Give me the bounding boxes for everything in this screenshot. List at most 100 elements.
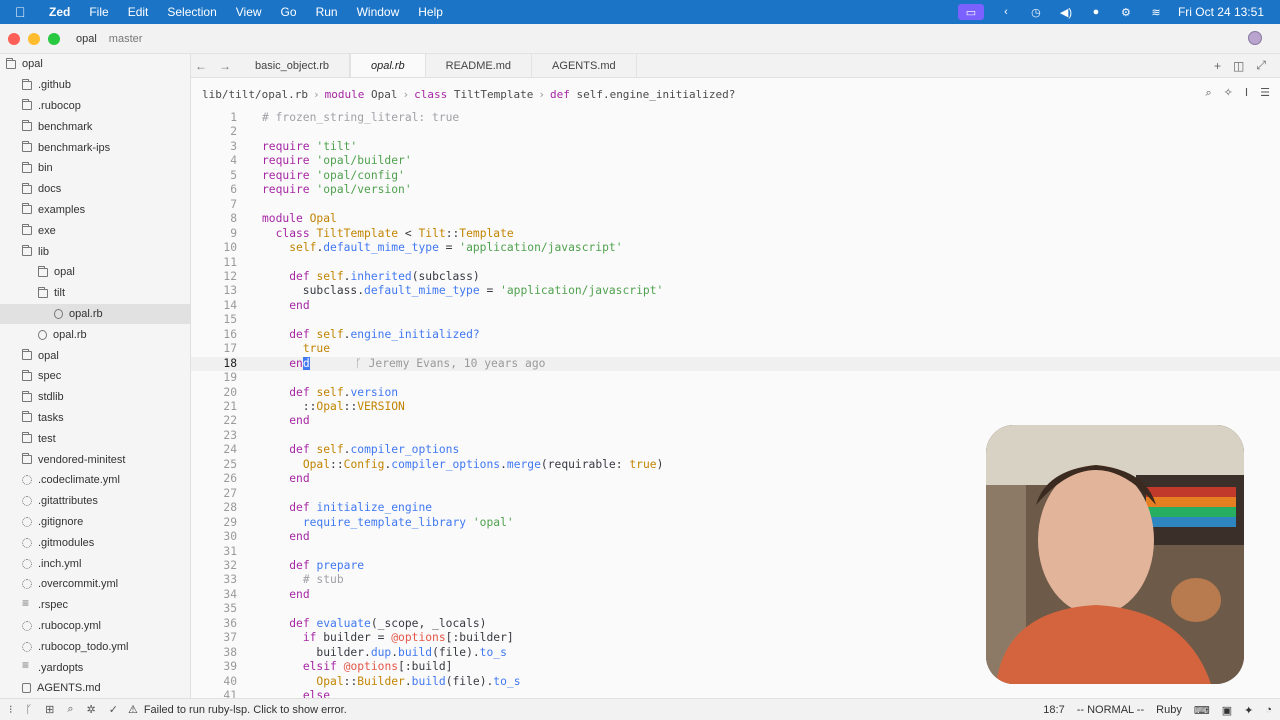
sidebar-item[interactable]: spec (0, 366, 190, 387)
code-line[interactable]: 16 def self.engine_initialized? (191, 328, 1280, 342)
text-cursor-icon[interactable]: I (1245, 86, 1248, 100)
sidebar-item[interactable]: stdlib (0, 387, 190, 408)
menu-app-name[interactable]: Zed (49, 5, 70, 19)
lsp-error-notice[interactable]: ⚠ Failed to run ruby-lsp. Click to show … (128, 703, 347, 717)
code-line[interactable]: 15 (191, 313, 1280, 327)
control-center-icon[interactable]: ⚙ (1118, 5, 1134, 19)
code-line[interactable]: 13 subclass.default_mime_type = 'applica… (191, 284, 1280, 298)
forward-arrow-icon[interactable]: → (219, 59, 231, 73)
code-line[interactable]: 6 require 'opal/version' (191, 183, 1280, 197)
sidebar-item[interactable]: vendored-minitest (0, 449, 190, 470)
breadcrumb[interactable]: lib/tilt/opal.rb › module Opal › class T… (191, 78, 1280, 110)
breadcrumb-class[interactable]: TiltTemplate (454, 88, 533, 101)
code-line[interactable]: 20 def self.version (191, 386, 1280, 400)
sidebar-item[interactable]: opal (0, 54, 190, 75)
menu-view[interactable]: View (236, 5, 262, 19)
sidebar-item[interactable]: .github (0, 75, 190, 96)
sidebar-item[interactable]: test (0, 428, 190, 449)
git-branch-icon[interactable]: ᚴ (26, 704, 33, 716)
menu-selection[interactable]: Selection (167, 5, 216, 19)
git-blame-annotation[interactable]: ᚴ Jeremy Evans, 10 years ago (355, 357, 545, 371)
sidebar-item[interactable]: .rubocop_todo.yml (0, 636, 190, 657)
code-line[interactable]: 8 module Opal (191, 212, 1280, 226)
zoom-window-button[interactable] (48, 32, 60, 45)
code-line[interactable]: 3 require 'tilt' (191, 140, 1280, 154)
sidebar-item[interactable]: .inch.yml (0, 553, 190, 574)
sidebar-item[interactable]: exe (0, 220, 190, 241)
sidebar-item[interactable]: .codeclimate.yml (0, 470, 190, 491)
code-line[interactable]: 10 self.default_mime_type = 'application… (191, 241, 1280, 255)
tab-agents-md[interactable]: AGENTS.md (532, 54, 637, 77)
sidebar-item[interactable]: .gitmodules (0, 532, 190, 553)
sidebar-item[interactable]: tasks (0, 408, 190, 429)
breadcrumb-method[interactable]: self.engine_initialized? (576, 88, 735, 101)
close-window-button[interactable] (8, 32, 20, 45)
sidebar-item[interactable]: benchmark (0, 116, 190, 137)
tab-basic-object-rb[interactable]: basic_object.rb (235, 54, 350, 77)
menu-run[interactable]: Run (316, 5, 338, 19)
menu-go[interactable]: Go (281, 5, 297, 19)
chevron-left-icon[interactable]: ‹ (998, 5, 1014, 19)
menu-bar-clock[interactable]: Fri Oct 24 13:51 (1178, 5, 1264, 19)
code-line[interactable]: 1 # frozen_string_literal: true (191, 111, 1280, 125)
maximize-icon[interactable]: ⤢ (1256, 58, 1266, 73)
sidebar-item[interactable]: benchmark-ips (0, 137, 190, 158)
sidebar-item[interactable]: examples (0, 200, 190, 221)
wifi-icon[interactable]: ≋ (1148, 5, 1164, 19)
cursor-position[interactable]: 18:7 (1043, 704, 1064, 716)
sidebar-item[interactable]: bin (0, 158, 190, 179)
check-icon[interactable]: ✓ (109, 703, 118, 716)
sidebar-item[interactable]: lib (0, 241, 190, 262)
search-icon[interactable]: ⌕ (67, 703, 73, 716)
code-line[interactable]: 12 def self.inherited(subclass) (191, 270, 1280, 284)
language-selector[interactable]: Ruby (1156, 704, 1182, 716)
code-line[interactable]: 41 else (191, 689, 1280, 698)
code-line[interactable]: 11 (191, 256, 1280, 270)
sidebar-item[interactable]: tilt (0, 283, 190, 304)
diagnostics-icon[interactable]: ✲ (87, 703, 96, 716)
code-line[interactable]: 19 (191, 371, 1280, 385)
sidebar-item[interactable]: .yardopts (0, 657, 190, 678)
sidebar-item[interactable]: opal.rb (0, 303, 190, 325)
lsp-error-message[interactable]: Failed to run ruby-lsp. Click to show er… (144, 704, 347, 716)
screen-share-icon[interactable]: ▭ (957, 4, 984, 20)
code-line[interactable]: 14 end (191, 299, 1280, 313)
sidebar-item[interactable]: .rubocop.yml (0, 616, 190, 637)
split-pane-icon[interactable]: ◫ (1233, 59, 1244, 73)
sidebar-item[interactable]: .rspec (0, 595, 190, 616)
plus-icon[interactable]: + (1214, 59, 1221, 73)
terminal-icon[interactable]: ▣ (1222, 704, 1232, 717)
git-branch[interactable]: master (109, 33, 143, 45)
keyboard-icon[interactable]: ⌨ (1194, 704, 1210, 717)
menu-edit[interactable]: Edit (128, 5, 149, 19)
menu-window[interactable]: Window (357, 5, 400, 19)
settings-sliders-icon[interactable]: ☰ (1260, 86, 1270, 100)
sidebar-item[interactable]: opal (0, 345, 190, 366)
sidebar-item[interactable]: opal (0, 262, 190, 283)
back-arrow-icon[interactable]: ← (195, 59, 207, 73)
panel-toggle-icon[interactable]: ⁝ (9, 703, 13, 716)
volume-icon[interactable]: ◀) (1058, 5, 1074, 19)
sidebar-item[interactable]: .gitignore (0, 512, 190, 533)
breadcrumb-module[interactable]: Opal (371, 88, 398, 101)
code-line[interactable]: 18 end ᚴ Jeremy Evans, 10 years ago (191, 356, 1280, 372)
tab-readme-md[interactable]: README.md (426, 54, 533, 77)
code-line[interactable]: 2 (191, 125, 1280, 139)
code-line[interactable]: 17 true (191, 342, 1280, 356)
menu-help[interactable]: Help (418, 5, 443, 19)
record-icon[interactable]: ● (1088, 5, 1104, 19)
notification-bell-icon[interactable]: ◔ (1265, 704, 1272, 716)
outline-icon[interactable]: ⊞ (45, 703, 54, 716)
minimize-window-button[interactable] (28, 32, 40, 45)
sidebar-item[interactable]: .rubocop (0, 96, 190, 117)
assistant-icon[interactable]: ✦ (1244, 704, 1253, 717)
sidebar-item[interactable]: opal.rb (0, 324, 190, 345)
inline-assist-icon[interactable]: ✧ (1224, 86, 1233, 100)
project-name[interactable]: opal (76, 33, 97, 45)
menu-file[interactable]: File (89, 5, 108, 19)
code-line[interactable]: 9 class TiltTemplate < Tilt::Template (191, 227, 1280, 241)
code-line[interactable]: 7 (191, 198, 1280, 212)
code-line[interactable]: 5 require 'opal/config' (191, 169, 1280, 183)
sidebar-item[interactable]: .gitattributes (0, 491, 190, 512)
tab-opal-rb[interactable]: opal.rb (350, 54, 426, 77)
